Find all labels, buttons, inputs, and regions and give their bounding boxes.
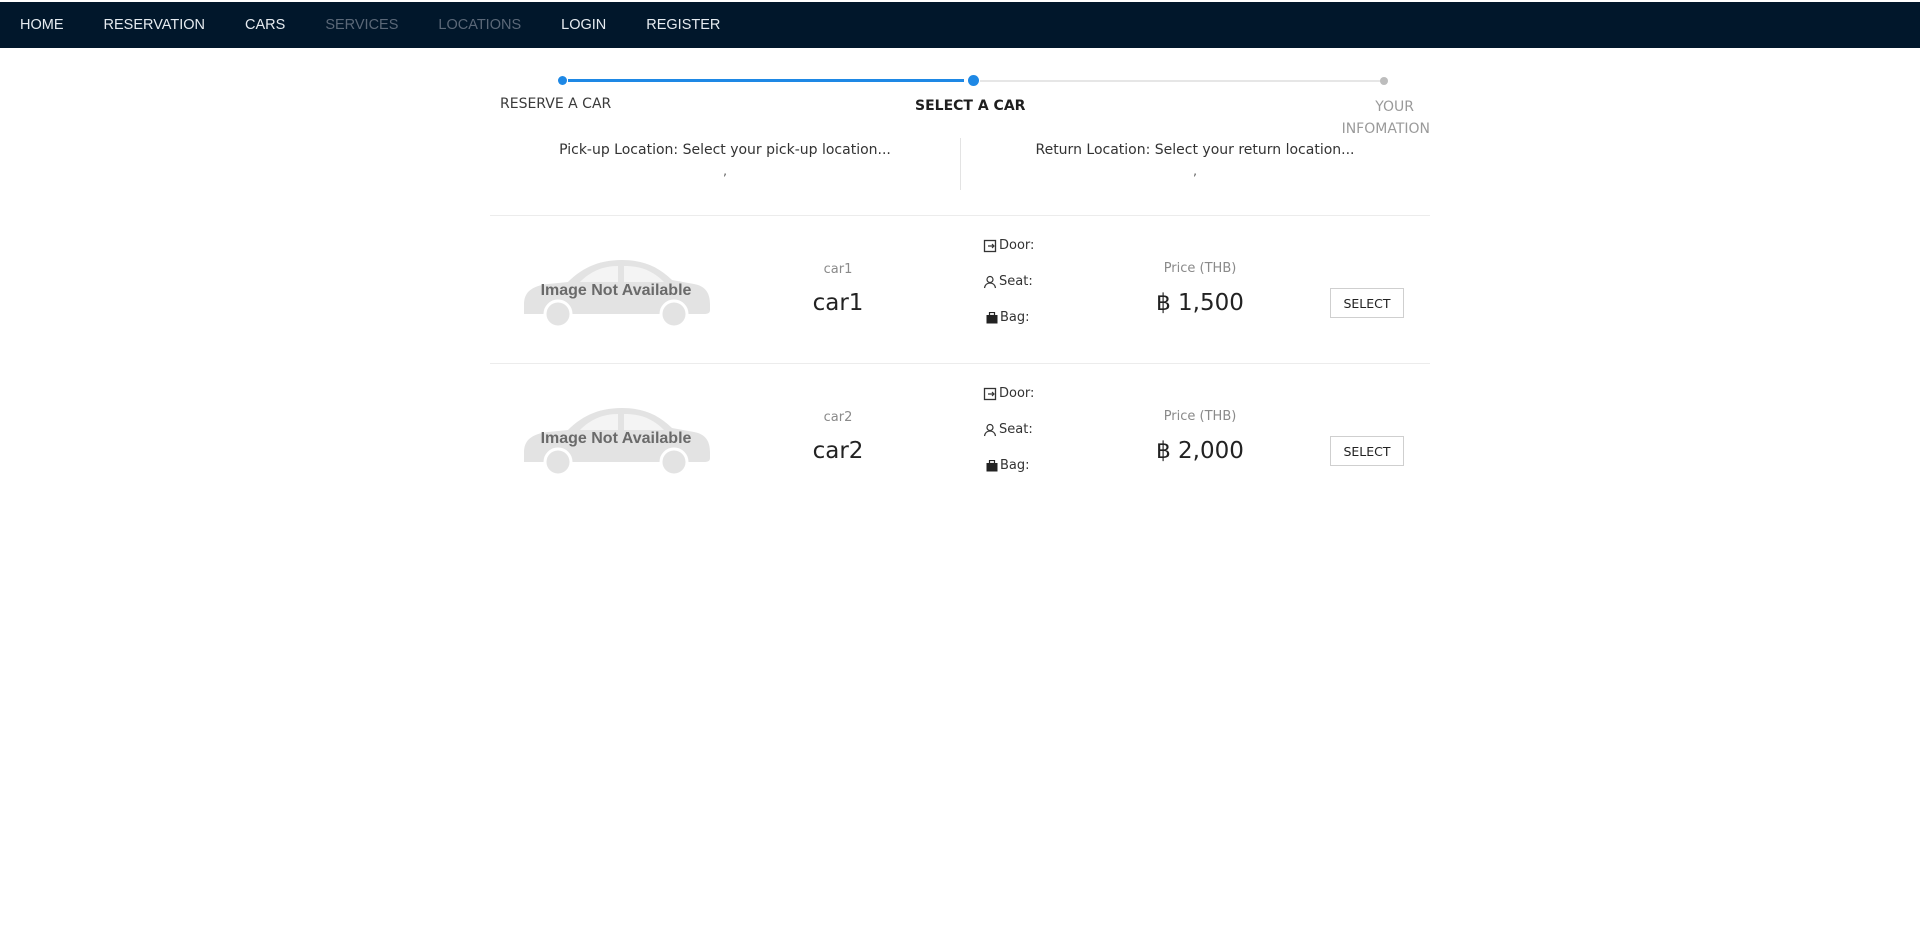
person-icon [983,423,997,436]
car-name: car1 [812,290,864,316]
spec-seat: Seat: [983,274,1033,289]
image-not-available-text: Image Not Available [540,282,692,299]
pickup-location-text: Pick-up Location: Select your pick-up lo… [559,142,891,158]
spec-door: Door: [983,238,1034,253]
select-car-button[interactable]: SELECT [1330,288,1404,318]
price-label: Price (THB) [1163,409,1237,424]
step-dot-info [1380,77,1388,85]
step-label-info-line1: YOUR [1375,99,1414,115]
door-icon [983,387,997,400]
person-icon [983,275,997,288]
progress-stepper: RESERVE A CAR SELECT A CAR YOUR INFOMATI… [0,0,1920,140]
select-car-button[interactable]: SELECT [1330,436,1404,466]
step-label-info-line2: INFOMATION [1341,121,1430,137]
step-label-reserve[interactable]: RESERVE A CAR [500,96,611,112]
stepper-line-completed [568,79,964,82]
car-list-item: Image Not Available car1 car1 Door: Seat… [490,216,1430,364]
door-icon [983,239,997,252]
car-name: car2 [812,438,864,464]
car-list-item: Image Not Available car2 car2 Door: Seat… [490,364,1430,512]
spec-seat-label: Seat: [999,274,1033,289]
car-placeholder-image: Image Not Available [518,252,714,330]
spec-bag-label: Bag: [1000,458,1030,473]
spec-bag: Bag: [986,458,1030,473]
spec-seat: Seat: [983,422,1033,437]
return-location-text: Return Location: Select your return loca… [1035,142,1355,158]
car-subtitle: car1 [823,262,853,277]
bag-icon [986,311,998,323]
step-label-select[interactable]: SELECT A CAR [915,98,1025,114]
spec-seat-label: Seat: [999,422,1033,437]
return-location[interactable]: Return Location: Select your return loca… [960,142,1430,178]
pickup-location[interactable]: Pick-up Location: Select your pick-up lo… [490,142,960,178]
step-dot-select [968,75,979,86]
car-subtitle: car2 [823,410,853,425]
step-label-info[interactable]: YOUR INFOMATION [1310,96,1430,140]
pickup-location-sub: , [723,164,727,178]
price-label: Price (THB) [1163,261,1237,276]
spec-bag: Bag: [986,310,1030,325]
return-location-sub: , [1193,164,1197,178]
stepper-line-pending [980,80,1384,82]
image-not-available-text: Image Not Available [540,430,692,447]
spec-bag-label: Bag: [1000,310,1030,325]
bag-icon [986,459,998,471]
step-dot-reserve [558,76,567,85]
spec-door-label: Door: [999,386,1035,401]
car-placeholder-image: Image Not Available [518,400,714,478]
spec-door-label: Door: [999,238,1035,253]
spec-door: Door: [983,386,1034,401]
car-price: ฿ 1,500 [1156,290,1244,316]
car-price: ฿ 2,000 [1156,438,1244,464]
